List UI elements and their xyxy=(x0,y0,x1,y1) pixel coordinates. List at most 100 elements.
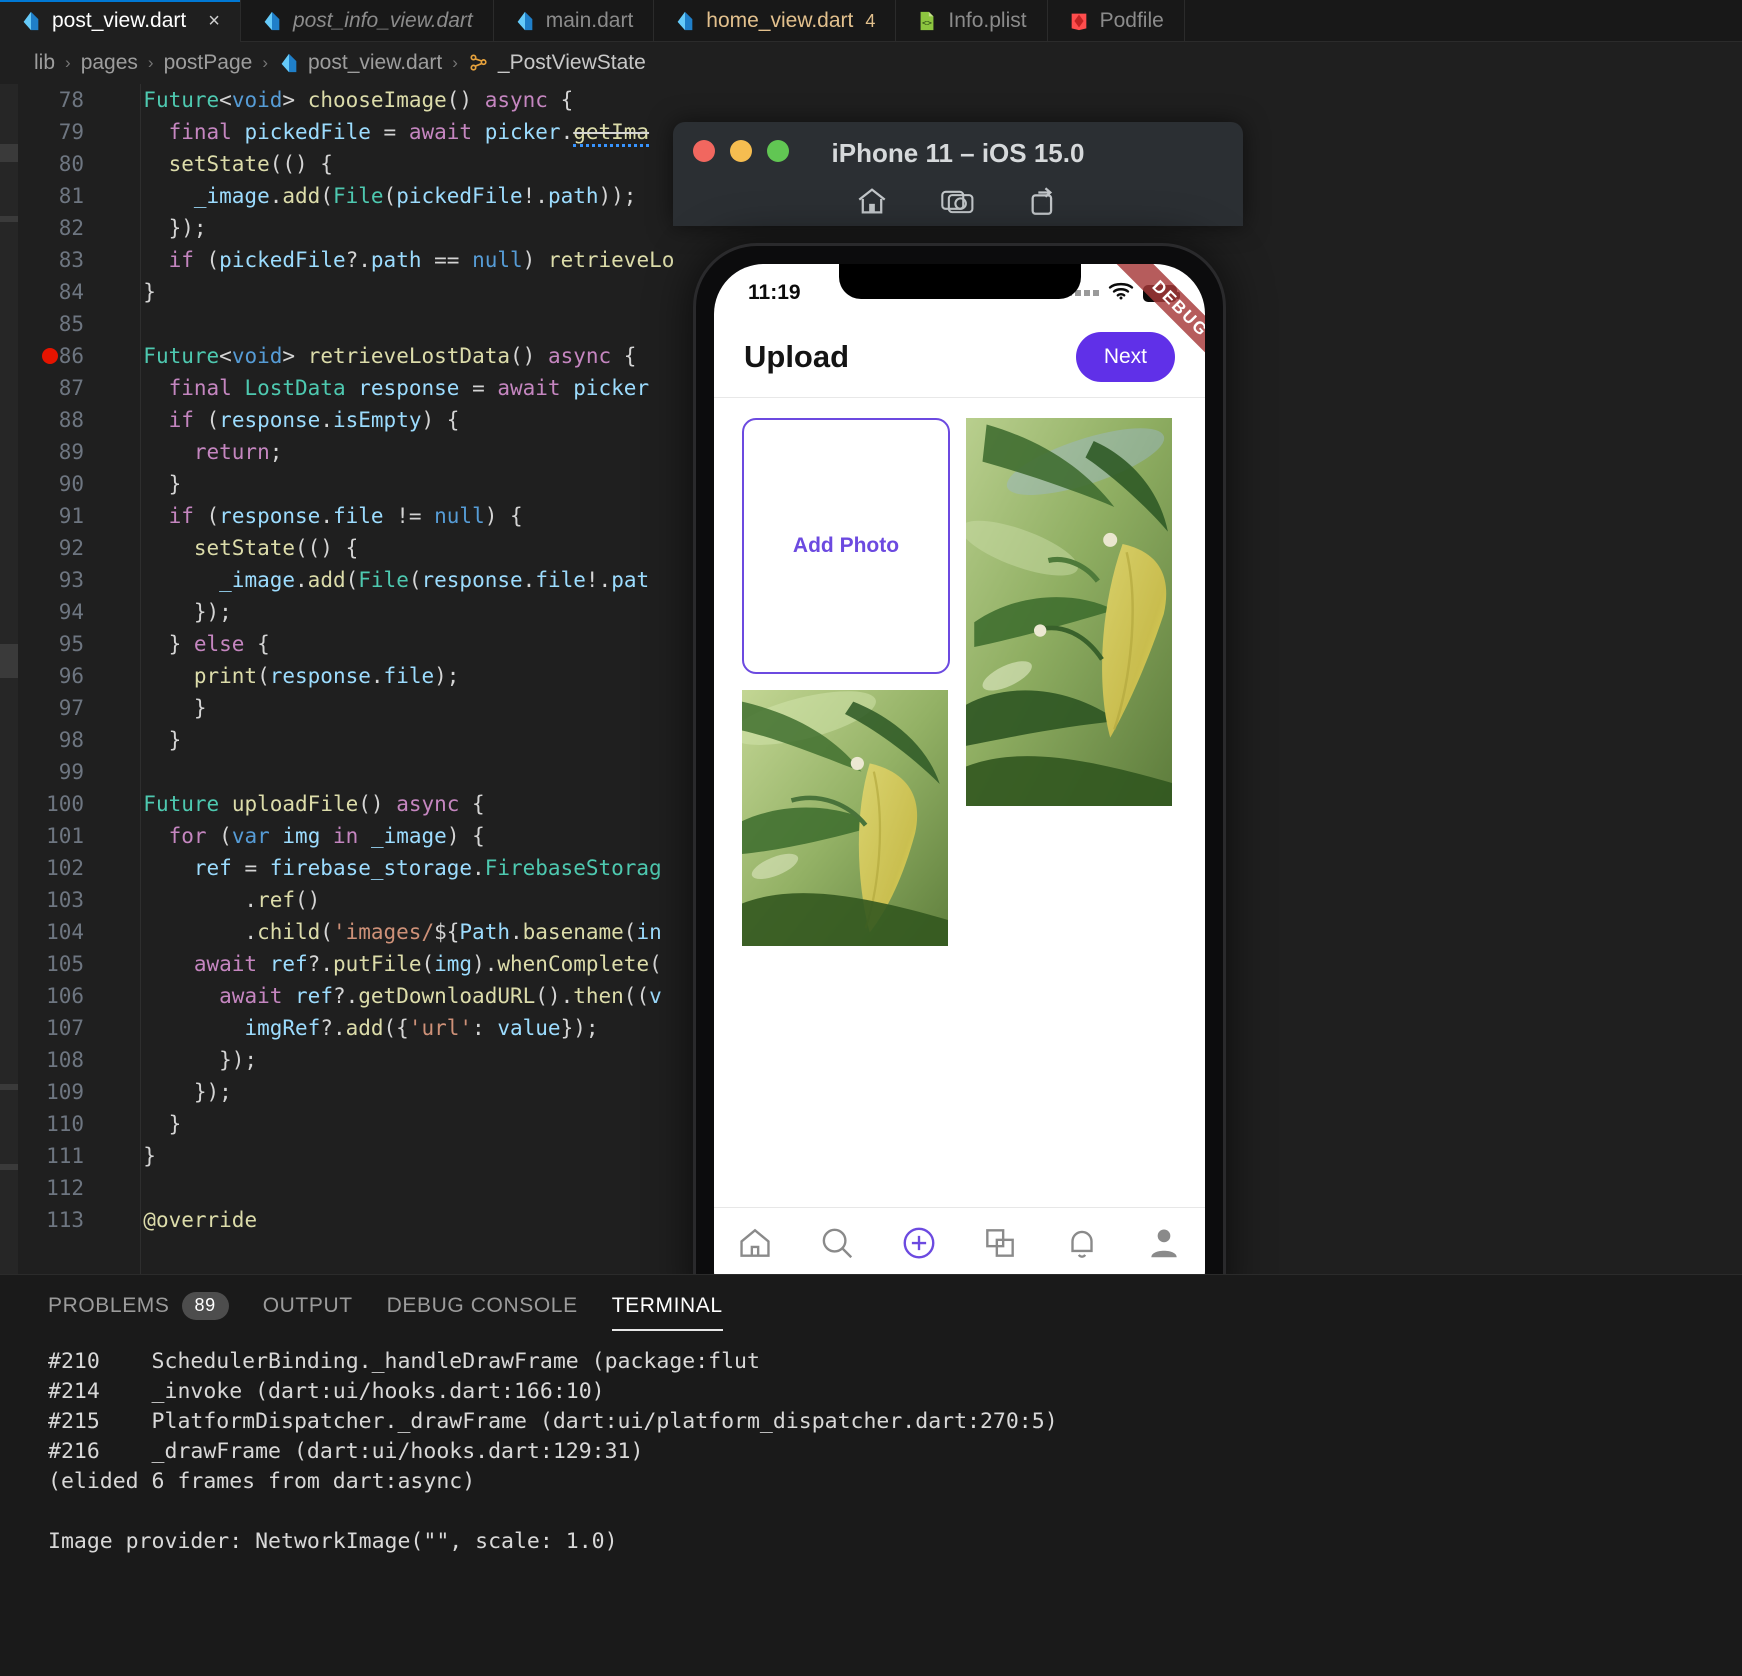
panel-tab-label: DEBUG CONSOLE xyxy=(386,1294,578,1317)
line-content: imgRef?.add({'url': value}); xyxy=(244,1016,599,1040)
breadcrumb-item-post-view-dart[interactable]: post_view.dart xyxy=(278,51,442,75)
code-line[interactable]: 78 Future<void> chooseImage() async { xyxy=(18,84,1742,116)
line-number: 91 xyxy=(58,504,84,528)
line-content: } xyxy=(118,280,156,304)
photo-thumbnail-2[interactable] xyxy=(742,690,948,946)
breadcrumb-separator: › xyxy=(147,53,154,72)
app-screen[interactable]: 11:19 DEBUG Upload Next Add Photo xyxy=(714,264,1205,1319)
close-icon[interactable]: × xyxy=(208,11,220,31)
line-content: setState(() { xyxy=(168,152,333,176)
line-number: 101 xyxy=(46,824,84,848)
nav-collections[interactable] xyxy=(981,1224,1019,1267)
line-number: 113 xyxy=(46,1208,84,1232)
panel-tab-label: PROBLEMS xyxy=(48,1294,170,1317)
line-content: } xyxy=(118,728,182,752)
svg-text:<>: <> xyxy=(922,18,932,28)
editor-tab-post-info-view-dart[interactable]: post_info_view.dart xyxy=(241,0,494,42)
line-content: if (pickedFile?.path == null) retrieveLo xyxy=(168,248,675,272)
dart-icon xyxy=(281,53,297,73)
line-content: if (response.file != null) { xyxy=(168,504,523,528)
line-content: final LostData response = await picker xyxy=(168,376,650,400)
line-number: 112 xyxy=(46,1176,84,1200)
breadcrumb: lib › pages › postPage › post_view.dart › _Pos… xyxy=(0,42,1742,84)
dart-icon xyxy=(264,11,280,31)
panel-tab-label: OUTPUT xyxy=(262,1294,353,1317)
photo-gallery[interactable]: Add Photo xyxy=(714,398,1205,1207)
editor-tab-main-dart[interactable]: main.dart xyxy=(494,0,655,42)
editor-tab-post-view-dart[interactable]: post_view.dart × xyxy=(0,0,241,42)
line-number: 99 xyxy=(58,760,84,784)
line-number: 107 xyxy=(46,1016,84,1040)
simulator-window-title: iPhone 11 – iOS 15.0 xyxy=(831,138,1085,168)
page-title: Upload xyxy=(744,338,850,374)
line-content: setState(() { xyxy=(193,536,359,560)
line-content: Future<void> chooseImage() async { xyxy=(143,88,574,112)
line-content: }); xyxy=(118,1048,258,1072)
dart-icon xyxy=(23,11,39,31)
panel-tab-badge: 89 xyxy=(181,1292,229,1320)
tab-label: Info.plist xyxy=(948,9,1027,32)
line-content: } xyxy=(118,472,182,496)
line-number: 78 xyxy=(58,88,84,112)
ruby-icon xyxy=(1071,13,1086,31)
line-content: await ref?.putFile(img).whenComplete( xyxy=(193,952,662,976)
battery-icon xyxy=(1143,284,1180,302)
panel-tab-bar[interactable]: PROBLEMS 89 OUTPUT DEBUG CONSOLE TERMINAL xyxy=(0,1275,1742,1337)
nav-search[interactable] xyxy=(818,1224,856,1267)
editor-tab-info-plist[interactable]: <> Info.plist xyxy=(896,0,1048,42)
breadcrumb-label: lib xyxy=(34,51,56,74)
terminal-output[interactable]: #210 SchedulerBinding._handleDrawFrame (… xyxy=(0,1337,1742,1557)
editor-tab-podfile[interactable]: Podfile xyxy=(1048,0,1185,42)
nav-add[interactable] xyxy=(900,1224,938,1267)
bottom-panel: PROBLEMS 89 OUTPUT DEBUG CONSOLE TERMINAL #2… xyxy=(0,1274,1742,1676)
add-photo-button[interactable]: Add Photo xyxy=(742,418,950,674)
line-content: .ref() xyxy=(118,888,321,912)
line-number: 87 xyxy=(58,376,84,400)
line-content: for (var img in _image) { xyxy=(168,824,485,848)
panel-tab-label: TERMINAL xyxy=(611,1294,723,1317)
line-content: _image.add(File(pickedFile!.path)); xyxy=(193,184,637,208)
breakpoint-marker[interactable] xyxy=(42,348,58,364)
breadcrumb-item-pages[interactable]: pages xyxy=(81,51,138,75)
nav-home[interactable] xyxy=(736,1224,774,1267)
line-number: 96 xyxy=(58,664,84,688)
terminal-line: #216 _drawFrame (dart:ui/hooks.dart:129:… xyxy=(48,1439,644,1464)
next-button[interactable]: Next xyxy=(1075,331,1175,382)
iphone-simulator[interactable]: 11:19 DEBUG Upload Next Add Photo xyxy=(693,243,1226,1340)
line-content: } else { xyxy=(118,632,270,656)
app-bar: Upload Next xyxy=(714,316,1205,398)
breadcrumb-item-lib[interactable]: lib xyxy=(34,51,55,75)
line-number: 81 xyxy=(58,184,84,208)
simulator-toolbar[interactable] xyxy=(673,184,1243,223)
simulator-title-bar[interactable]: iPhone 11 – iOS 15.0 xyxy=(673,122,1243,226)
line-number: 92 xyxy=(58,536,84,560)
line-number: 94 xyxy=(58,600,84,624)
line-number: 111 xyxy=(46,1144,84,1168)
nav-profile[interactable] xyxy=(1145,1224,1183,1267)
nav-notifications[interactable] xyxy=(1063,1224,1101,1267)
panel-tab-problems[interactable]: PROBLEMS 89 xyxy=(48,1275,229,1337)
tab-badge: 4 xyxy=(865,10,876,31)
editor-tab-home-view-dart[interactable]: home_view.dart 4 xyxy=(654,0,897,42)
line-number: 103 xyxy=(46,888,84,912)
line-number: 106 xyxy=(46,984,84,1008)
line-number: 104 xyxy=(46,920,84,944)
panel-tab-terminal[interactable]: TERMINAL xyxy=(611,1275,723,1337)
line-content: final pickedFile = await picker.getIma xyxy=(108,116,650,148)
breadcrumb-item--postviewstate[interactable]: _PostViewState xyxy=(468,51,646,75)
panel-tab-debug-console[interactable]: DEBUG CONSOLE xyxy=(387,1275,578,1337)
terminal-line: Image provider: NetworkImage("", scale: … xyxy=(48,1529,618,1554)
line-content: } xyxy=(118,696,207,720)
line-content: }); xyxy=(118,1080,232,1104)
plist-icon: <> xyxy=(920,11,934,31)
tab-label: home_view.dart xyxy=(706,9,854,32)
home-icon[interactable] xyxy=(855,184,889,223)
tab-label: Podfile xyxy=(1099,9,1164,32)
photo-thumbnail-1[interactable] xyxy=(966,418,1172,806)
rotate-icon[interactable] xyxy=(1027,184,1061,223)
line-number: 88 xyxy=(58,408,84,432)
screenshot-icon[interactable] xyxy=(941,184,975,223)
breadcrumb-label: pages xyxy=(80,51,138,74)
panel-tab-output[interactable]: OUTPUT xyxy=(263,1275,353,1337)
breadcrumb-item-postpage[interactable]: postPage xyxy=(164,51,253,75)
